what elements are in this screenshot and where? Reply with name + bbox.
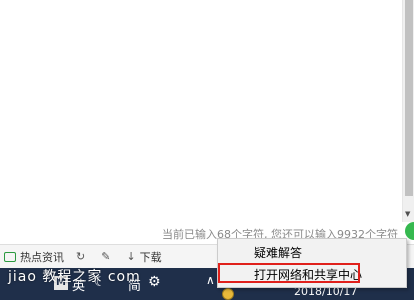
menu-item-label: 打开网络和共享中心	[254, 268, 363, 282]
scroll-down-arrow-icon[interactable]: ▼	[405, 210, 410, 218]
text-editor-area[interactable]	[0, 0, 402, 222]
news-icon	[4, 251, 16, 262]
gear-icon[interactable]: ⚙	[148, 274, 161, 290]
menu-item-label: 疑难解答	[254, 246, 303, 260]
scrollbar-thumb[interactable]	[405, 0, 413, 196]
menu-item-open-network-center[interactable]: 打开网络和共享中心	[218, 264, 406, 286]
download-button[interactable]: ↓ 下载	[126, 249, 161, 265]
download-arrow-icon: ↓	[126, 250, 136, 263]
menu-item-troubleshoot[interactable]: 疑难解答	[218, 242, 406, 264]
pin-icon: ✎	[101, 250, 111, 263]
hot-news-button[interactable]: 热点资讯	[0, 249, 64, 265]
vertical-scrollbar[interactable]: ▼	[402, 0, 414, 222]
network-warning-icon[interactable]	[222, 288, 234, 300]
show-hidden-icons-chevron-icon[interactable]: ∧	[206, 273, 215, 287]
network-context-menu: 疑难解答 打开网络和共享中心	[217, 238, 407, 288]
download-label: 下载	[139, 250, 162, 264]
watermark-text: jiao 教程之家 com	[8, 269, 141, 285]
hot-news-label: 热点资讯	[20, 250, 64, 264]
refresh-icon: ↻	[76, 250, 86, 263]
pin-button[interactable]: ✎	[101, 250, 114, 263]
refresh-button[interactable]: ↻	[76, 250, 89, 263]
